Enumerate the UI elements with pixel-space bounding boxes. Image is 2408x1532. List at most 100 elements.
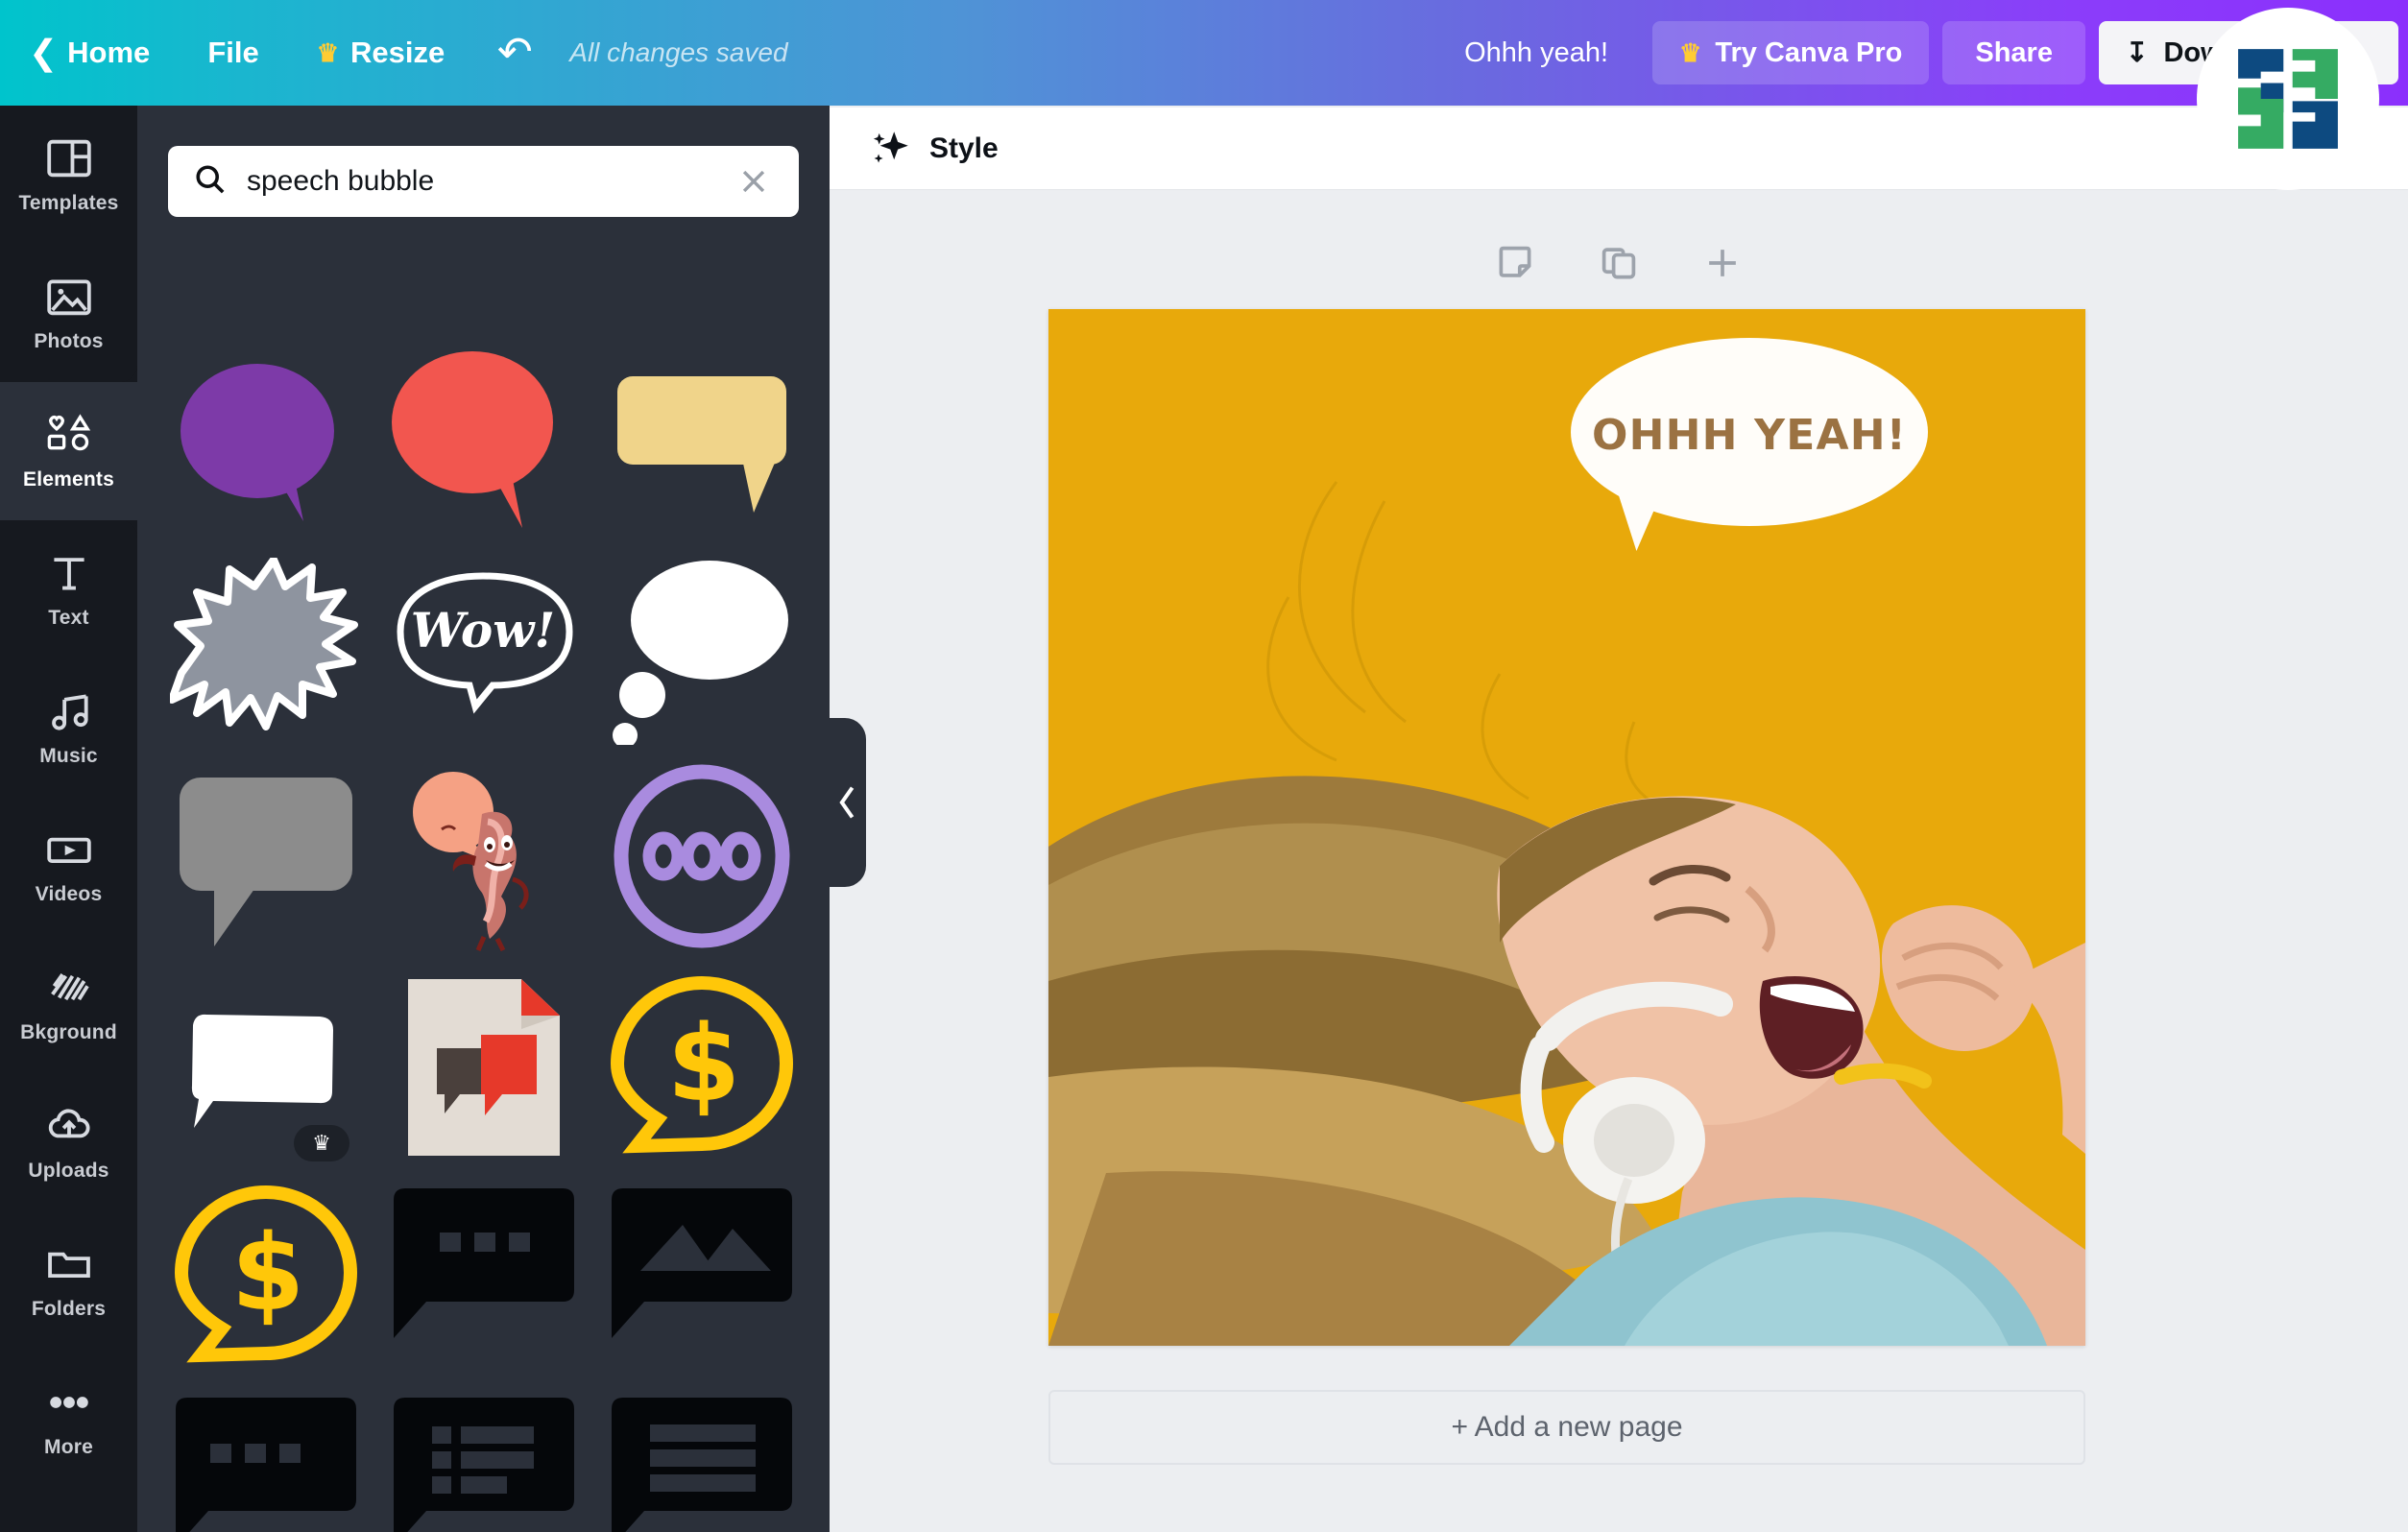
sidebar-item-uploads[interactable]: Uploads bbox=[0, 1073, 137, 1211]
collapse-panel-handle[interactable] bbox=[830, 718, 866, 887]
search-input[interactable] bbox=[247, 165, 714, 198]
element-result[interactable] bbox=[162, 344, 369, 536]
resize-label: Resize bbox=[350, 36, 445, 69]
sidebar-item-text[interactable]: Text bbox=[0, 520, 137, 658]
add-page-icon[interactable] bbox=[1698, 238, 1747, 288]
sidebar-item-elements[interactable]: Elements bbox=[0, 365, 137, 538]
search-container bbox=[137, 106, 830, 217]
sidebar-item-label: Bkground bbox=[20, 1020, 117, 1043]
clear-search-button[interactable] bbox=[734, 161, 774, 202]
share-button[interactable]: Share bbox=[1942, 21, 2085, 84]
download-icon: ↧ bbox=[2125, 37, 2149, 67]
chevron-left-icon bbox=[839, 786, 855, 819]
chevron-left-icon: ❮ bbox=[29, 33, 59, 72]
undo-arrow-icon: ↶ bbox=[496, 29, 533, 76]
sidebar-item-label: Photos bbox=[34, 329, 104, 352]
element-result[interactable] bbox=[380, 762, 587, 954]
music-icon bbox=[44, 688, 94, 734]
element-result[interactable] bbox=[598, 294, 805, 326]
add-new-page-button[interactable]: + Add a new page bbox=[1048, 1390, 2085, 1465]
element-result[interactable] bbox=[598, 344, 805, 536]
elements-results-grid: Wow! ♛ $ $ bbox=[137, 294, 830, 1532]
sidebar-item-music[interactable]: Music bbox=[0, 658, 137, 797]
pro-badge: ♛ bbox=[294, 1125, 349, 1161]
element-result[interactable] bbox=[380, 294, 587, 326]
svg-text:$: $ bbox=[230, 1211, 304, 1334]
search-box[interactable] bbox=[168, 146, 799, 217]
element-result[interactable] bbox=[598, 1390, 805, 1532]
element-result[interactable] bbox=[380, 1390, 587, 1532]
speech-bubble-graphic[interactable]: OHHH YEAH! bbox=[1571, 338, 1928, 559]
element-result[interactable] bbox=[162, 553, 369, 745]
notes-icon[interactable] bbox=[1490, 238, 1540, 288]
sidebar-item-photos[interactable]: Photos bbox=[0, 244, 137, 382]
sidebar-item-label: Text bbox=[48, 606, 89, 629]
sidebar-item-label: More bbox=[44, 1435, 93, 1458]
sidebar-item-more[interactable]: More bbox=[0, 1350, 137, 1488]
try-canva-pro-button[interactable]: ♛ Try Canva Pro bbox=[1652, 21, 1930, 84]
element-result[interactable]: $ bbox=[598, 971, 805, 1163]
sidebar-item-videos[interactable]: Videos bbox=[0, 797, 137, 935]
element-result[interactable]: $ bbox=[162, 1181, 369, 1373]
canvas-area: OHHH YEAH! + Add a new page bbox=[830, 190, 2408, 1532]
home-button[interactable]: ❮ Home bbox=[0, 0, 179, 106]
undo-button[interactable]: ↶ bbox=[473, 0, 556, 106]
element-result[interactable] bbox=[162, 1390, 369, 1532]
document-title[interactable]: Ohhh yeah! bbox=[1464, 37, 1608, 69]
elements-icon bbox=[44, 412, 94, 458]
sidebar-item-templates[interactable]: Templates bbox=[0, 106, 137, 244]
file-menu-button[interactable]: File bbox=[179, 0, 287, 106]
element-result[interactable] bbox=[162, 762, 369, 954]
svg-text:$: $ bbox=[666, 1002, 740, 1125]
pro-label: Try Canva Pro bbox=[1715, 36, 1903, 68]
element-result[interactable] bbox=[598, 1181, 805, 1373]
logo-icon bbox=[2238, 49, 2338, 149]
sidebar-item-folders[interactable]: Folders bbox=[0, 1211, 137, 1350]
sparkle-icon bbox=[870, 128, 912, 170]
design-page[interactable]: OHHH YEAH! bbox=[1048, 309, 2085, 1346]
element-result[interactable] bbox=[380, 344, 587, 536]
page-photo bbox=[1048, 309, 2085, 1346]
sidebar-item-background[interactable]: Bkground bbox=[0, 935, 137, 1073]
uploads-icon bbox=[44, 1103, 94, 1149]
canva-editor: ❮ Home File ♛ Resize ↶ All changes saved… bbox=[0, 0, 2408, 1532]
videos-icon bbox=[44, 826, 94, 873]
element-result[interactable] bbox=[380, 1181, 587, 1373]
crown-icon: ♛ bbox=[316, 38, 340, 67]
element-result[interactable] bbox=[598, 762, 805, 954]
folders-icon bbox=[44, 1241, 94, 1287]
crown-icon: ♛ bbox=[312, 1131, 331, 1155]
brand-logo-badge bbox=[2197, 8, 2379, 190]
sidebar-item-label: Folders bbox=[31, 1297, 107, 1320]
background-icon bbox=[44, 965, 94, 1011]
sidebar-item-label: Templates bbox=[18, 191, 119, 214]
top-toolbar: ❮ Home File ♛ Resize ↶ All changes saved… bbox=[0, 0, 2408, 106]
page-toolbar bbox=[830, 238, 2408, 288]
style-label: Style bbox=[929, 132, 999, 164]
save-status: All changes saved bbox=[569, 37, 788, 67]
duplicate-page-icon[interactable] bbox=[1594, 238, 1644, 288]
sidebar-item-label: Uploads bbox=[28, 1159, 109, 1182]
sidebar-item-label: Music bbox=[39, 744, 98, 767]
sidebar-item-label: Videos bbox=[35, 882, 103, 905]
more-dots-icon bbox=[44, 1379, 94, 1425]
resize-button[interactable]: ♛ Resize bbox=[288, 0, 474, 106]
text-icon bbox=[44, 550, 94, 596]
top-toolbar-left: ❮ Home File ♛ Resize ↶ All changes saved bbox=[0, 0, 788, 106]
photos-icon bbox=[44, 274, 94, 320]
style-toolbar: Style bbox=[830, 108, 2408, 190]
share-label: Share bbox=[1975, 36, 2053, 68]
templates-icon bbox=[44, 135, 94, 181]
add-new-page-label: + Add a new page bbox=[1451, 1411, 1683, 1443]
element-result[interactable] bbox=[598, 553, 805, 745]
element-result[interactable] bbox=[162, 294, 369, 326]
element-result[interactable]: Wow! bbox=[380, 553, 587, 745]
element-result[interactable] bbox=[380, 971, 587, 1163]
elements-panel: Wow! bbox=[137, 106, 830, 1532]
home-label: Home bbox=[67, 36, 151, 69]
element-result[interactable]: ♛ bbox=[162, 971, 369, 1163]
bubble-text[interactable]: OHHH YEAH! bbox=[1571, 411, 1928, 460]
file-label: File bbox=[207, 36, 259, 69]
sidebar-item-label: Elements bbox=[23, 467, 114, 491]
search-icon bbox=[193, 162, 228, 202]
